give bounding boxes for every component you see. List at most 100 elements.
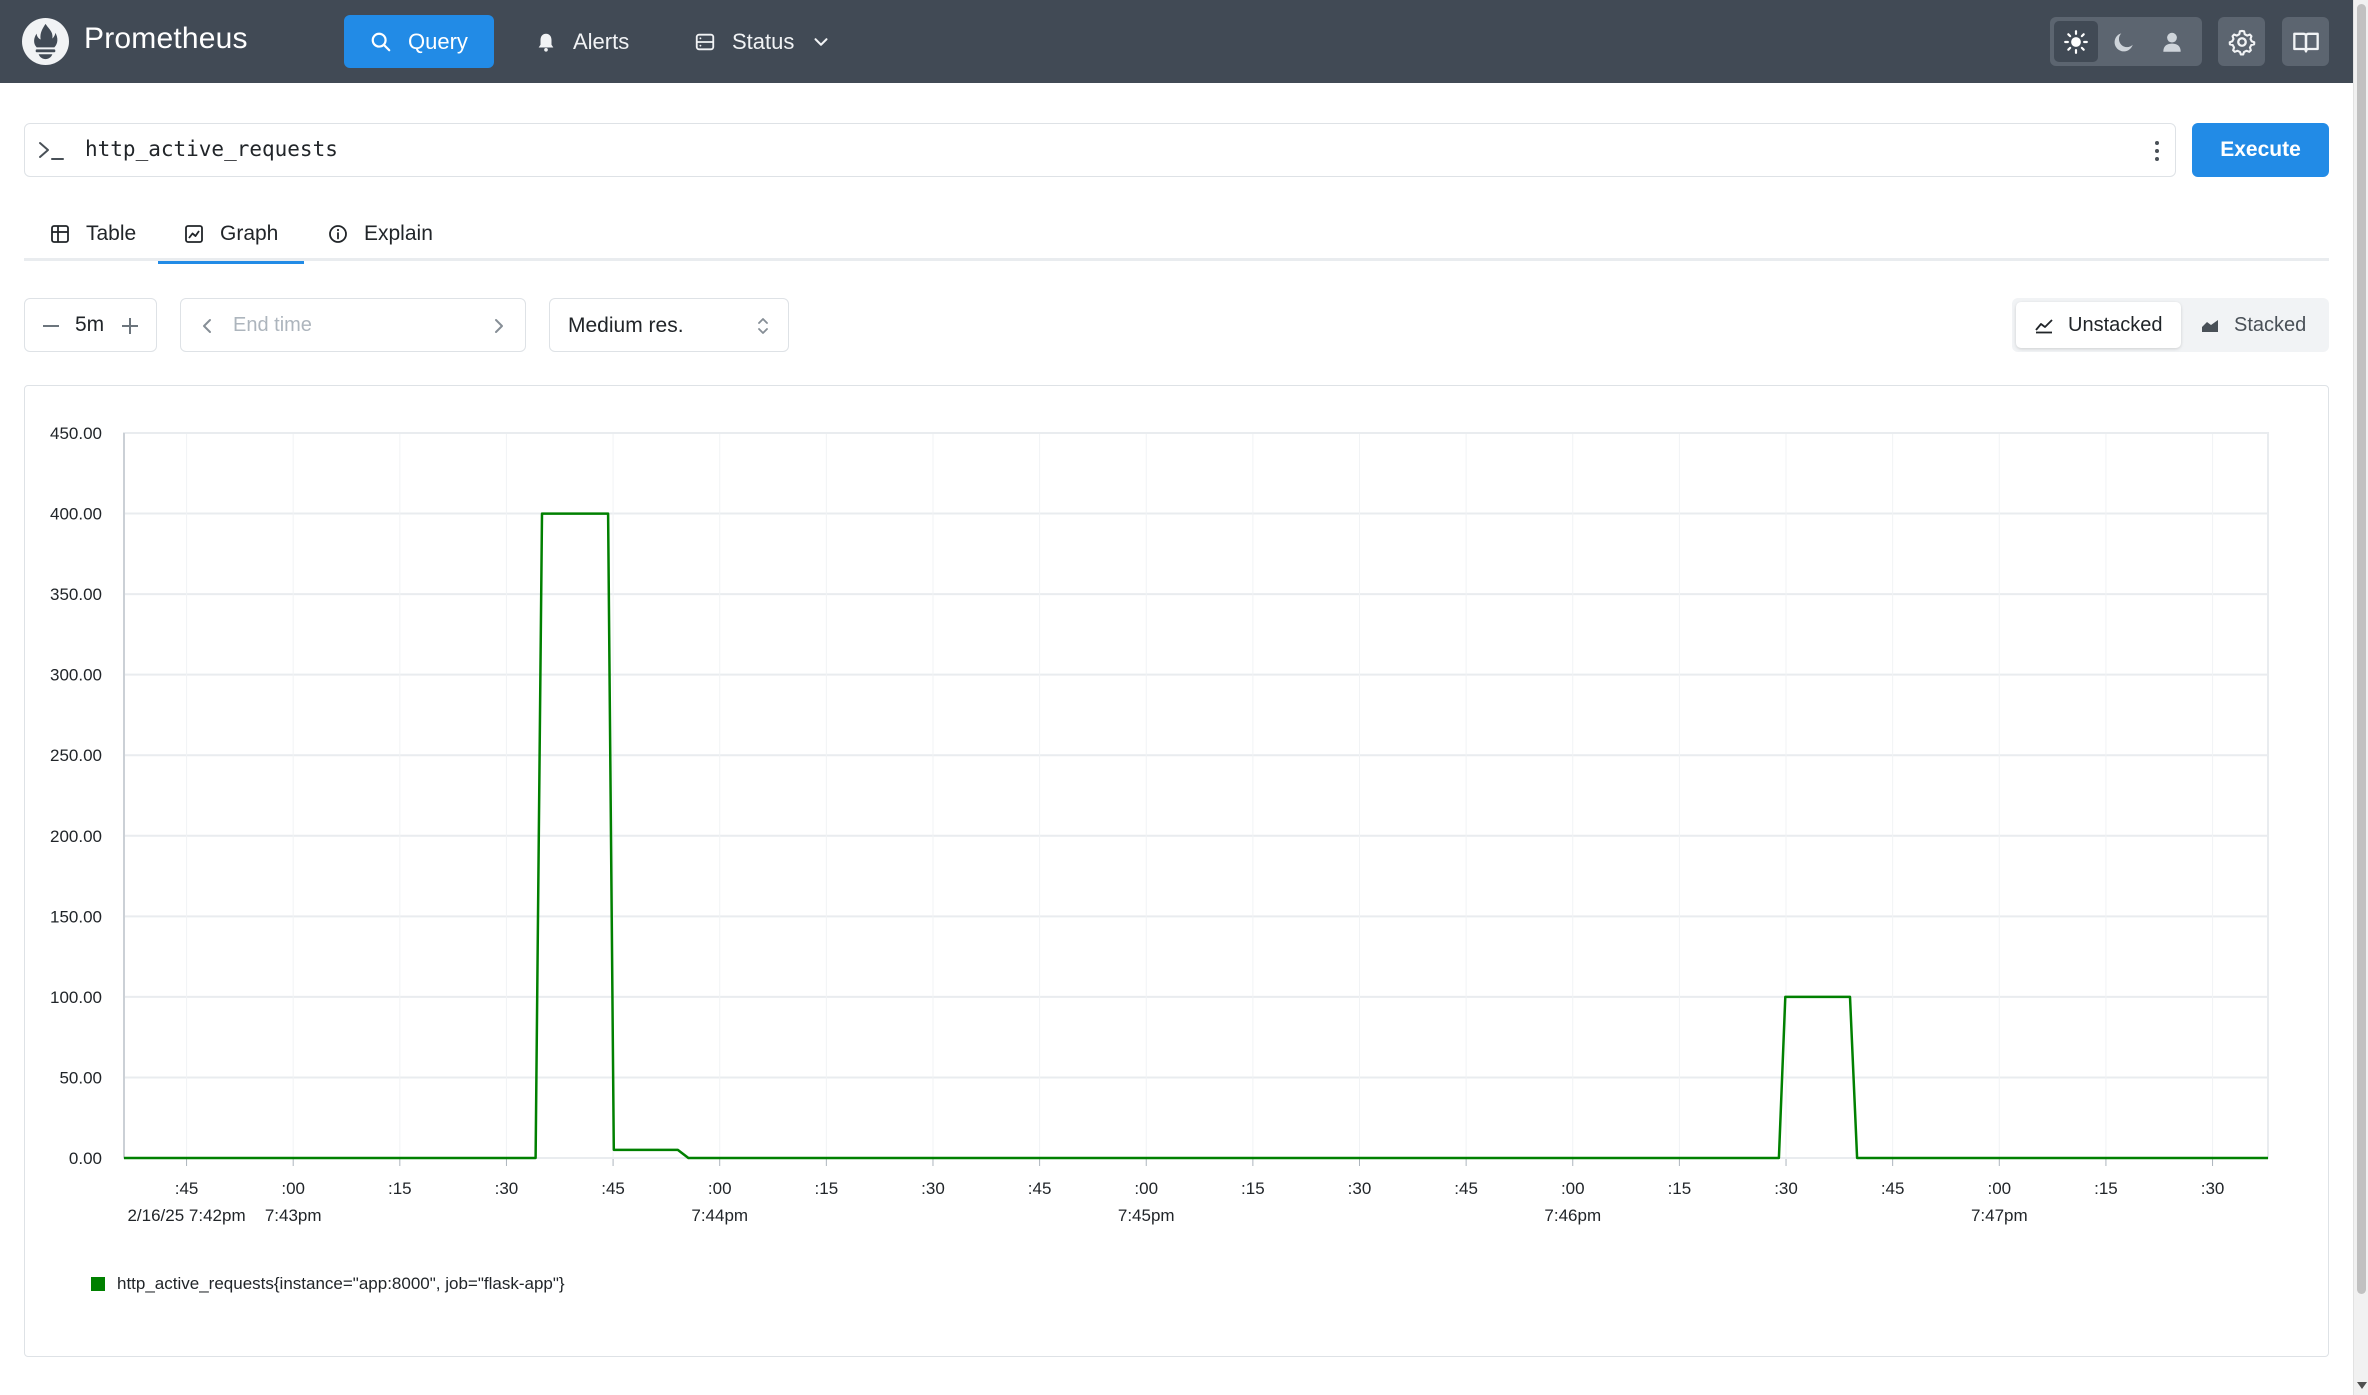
x-tick-label: :00: [708, 1179, 732, 1198]
tab-table-label: Table: [86, 221, 137, 245]
y-tick-label: 150.00: [50, 907, 102, 926]
x-tick-date-label: 7:45pm: [1118, 1206, 1175, 1225]
x-tick-label: :15: [1668, 1179, 1692, 1198]
x-tick-label: :30: [1348, 1179, 1372, 1198]
prometheus-logo[interactable]: [22, 18, 69, 65]
tab-explain[interactable]: Explain: [302, 206, 459, 261]
legend-series-label[interactable]: http_active_requests{instance="app:8000"…: [117, 1274, 565, 1294]
kebab-menu-icon[interactable]: [2153, 140, 2161, 162]
line-chart-icon: [2035, 319, 2053, 334]
area-chart-icon: [2202, 320, 2218, 332]
tab-graph-label: Graph: [220, 221, 279, 245]
x-tick-label: :00: [1134, 1179, 1158, 1198]
end-time-picker[interactable]: End time: [180, 298, 526, 352]
time-series-chart[interactable]: 450.00 400.00 350.00 300.00 250.00 200.00 150.…: [25, 386, 2330, 1266]
app-title[interactable]: Prometheus: [84, 22, 248, 56]
chart-legend[interactable]: http_active_requests{instance="app:8000"…: [91, 1274, 565, 1294]
y-tick-label: 200.00: [50, 827, 102, 846]
stacked-button[interactable]: Stacked: [2182, 302, 2324, 348]
theme-switcher: [2050, 17, 2202, 66]
x-tick-label: :45: [1454, 1179, 1478, 1198]
chevron-down-icon: [814, 37, 828, 46]
x-tick-label: :45: [175, 1179, 199, 1198]
unstacked-button[interactable]: Unstacked: [2016, 302, 2181, 348]
y-tick-label: 300.00: [50, 666, 102, 685]
chevron-left-icon[interactable]: [201, 317, 213, 335]
unstacked-label: Unstacked: [2068, 313, 2163, 336]
x-tick-label: :15: [815, 1179, 839, 1198]
series-color-swatch: [91, 1277, 105, 1291]
x-tick-label: :15: [388, 1179, 412, 1198]
chevron-up-down-icon: [758, 318, 768, 334]
user-icon: [2163, 32, 2181, 52]
plot-area-border: [123, 432, 2269, 1159]
range-value[interactable]: 5m: [75, 313, 104, 337]
x-tick-date-label: 7:44pm: [691, 1206, 748, 1225]
increase-range-icon-vertical[interactable]: [129, 318, 131, 334]
page-scrollbar[interactable]: [2353, 0, 2368, 1395]
top-navbar: Prometheus Query Alerts Status: [0, 0, 2353, 83]
stacking-toggle: Unstacked Stacked: [2012, 298, 2329, 352]
x-tick-date-label: 7:43pm: [265, 1206, 322, 1225]
nav-status[interactable]: Status: [668, 15, 858, 68]
bell-icon: [538, 33, 554, 52]
end-time-placeholder[interactable]: End time: [233, 314, 312, 337]
documentation-button[interactable]: [2282, 17, 2329, 66]
x-tick-label: :30: [1774, 1179, 1798, 1198]
x-tick-label: :30: [2201, 1179, 2225, 1198]
y-tick-label: 400.00: [50, 505, 102, 524]
x-tick-date-label: 7:47pm: [1971, 1206, 2028, 1225]
light-theme-button[interactable]: [2054, 21, 2098, 62]
nav-query-label: Query: [408, 28, 468, 54]
resolution-value: Medium res.: [568, 314, 684, 337]
range-input[interactable]: 5m: [24, 298, 157, 352]
nav-alerts[interactable]: Alerts: [509, 15, 655, 68]
dark-theme-button[interactable]: [2102, 21, 2146, 62]
x-tick-label: :30: [921, 1179, 945, 1198]
graph-panel: 450.00 400.00 350.00 300.00 250.00 200.00 150.…: [24, 385, 2329, 1357]
y-tick-label: 250.00: [50, 746, 102, 765]
auto-theme-button[interactable]: [2150, 21, 2194, 62]
x-tick-label: :15: [1241, 1179, 1265, 1198]
y-tick-label: 450.00: [50, 424, 102, 443]
table-icon: [51, 224, 69, 243]
execute-button[interactable]: Execute: [2192, 123, 2329, 177]
terminal-prompt-icon: [39, 142, 64, 160]
nav-query[interactable]: Query: [344, 15, 494, 68]
x-tick-label: :45: [1881, 1179, 1905, 1198]
x-tick-label: :00: [1561, 1179, 1585, 1198]
x-tick-date-label: 2/16/25 7:42pm: [127, 1206, 245, 1225]
x-tick-label: :00: [1987, 1179, 2011, 1198]
moon-icon: [2114, 32, 2133, 51]
y-tick-label: 50.00: [59, 1068, 102, 1087]
y-tick-label: 100.00: [50, 988, 102, 1007]
query-expression-text[interactable]: http_active_requests: [85, 137, 338, 161]
x-tick-label: :15: [2094, 1179, 2118, 1198]
result-tabs: Table Graph Explain: [24, 206, 2329, 264]
graph-icon: [185, 224, 203, 243]
stacked-label: Stacked: [2234, 313, 2307, 336]
y-tick-label: 350.00: [50, 585, 102, 604]
query-expression-input[interactable]: http_active_requests: [24, 123, 2176, 177]
info-icon: [329, 224, 347, 243]
gear-icon: [2228, 29, 2255, 56]
decrease-range-icon[interactable]: [43, 325, 59, 327]
scrollbar-thumb[interactable]: [2357, 4, 2366, 1294]
x-tick-date-label: 7:46pm: [1544, 1206, 1601, 1225]
settings-button[interactable]: [2218, 17, 2265, 66]
nav-alerts-label: Alerts: [573, 28, 630, 54]
scroll-down-arrow-icon[interactable]: [2357, 1382, 2367, 1389]
x-tick-label: :45: [601, 1179, 625, 1198]
search-icon: [371, 32, 391, 51]
sun-icon: [2064, 29, 2088, 54]
chevron-right-icon[interactable]: [493, 317, 505, 335]
tab-table[interactable]: Table: [24, 206, 162, 261]
book-icon: [2292, 32, 2319, 52]
x-tick-label: :45: [1028, 1179, 1052, 1198]
y-tick-label: 0.00: [69, 1149, 102, 1168]
flame-icon: [22, 18, 69, 65]
tab-graph[interactable]: Graph: [158, 206, 305, 264]
x-tick-label: :00: [281, 1179, 305, 1198]
resolution-select[interactable]: Medium res.: [549, 298, 789, 352]
x-tick-label: :30: [495, 1179, 519, 1198]
